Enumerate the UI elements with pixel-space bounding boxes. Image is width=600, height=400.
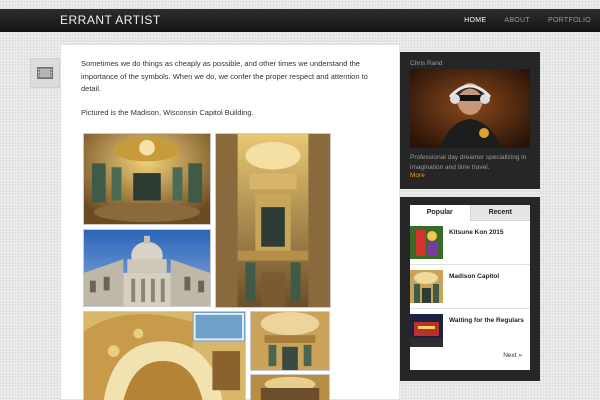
tab-popular[interactable]: Popular — [410, 205, 470, 221]
author-more-link[interactable]: More — [410, 172, 425, 179]
nav-portfolio[interactable]: PORTFOLIO — [539, 9, 600, 32]
gallery-photo-exterior[interactable] — [83, 229, 211, 307]
post-paragraph-intro: Sometimes we do things as cheaply as pos… — [81, 59, 368, 93]
posts-tabs-widget: Popular Recent Kitsune Kon 2015 Madison … — [400, 197, 540, 381]
post-title-link[interactable]: Waiting for the Regulars — [449, 316, 529, 325]
gallery-photo-rotunda[interactable] — [83, 133, 211, 225]
tab-recent[interactable]: Recent — [469, 205, 530, 221]
gallery-icon — [37, 67, 53, 79]
nav-home[interactable]: HOME — [455, 9, 495, 32]
main-nav: HOME ABOUT PORTFOLIO — [455, 9, 600, 32]
post-title-link[interactable]: Kitsune Kon 2015 — [449, 228, 529, 237]
nav-about[interactable]: ABOUT — [495, 9, 539, 32]
author-profile-widget: Chris Rand Professional day dreamer spec… — [400, 52, 540, 189]
posts-tabs-panel: Popular Recent Kitsune Kon 2015 Madison … — [410, 205, 530, 370]
gallery-photo-arch[interactable] — [83, 311, 246, 400]
post-title-link[interactable]: Madison Capitol — [449, 272, 529, 281]
gallery-photo-dome-interior[interactable] — [250, 311, 330, 371]
post-thumbnail[interactable] — [410, 270, 443, 303]
site-title[interactable]: ERRANT ARTIST — [60, 13, 161, 27]
next-page-link[interactable]: Next » — [503, 352, 522, 359]
gallery-photo-atrium[interactable] — [215, 133, 331, 308]
author-description: Professional day dreamer specializing in… — [410, 154, 527, 171]
author-photo — [410, 69, 530, 148]
gallery-photo-hallway[interactable] — [250, 374, 330, 400]
top-navigation-bar: ERRANT ARTIST HOME ABOUT PORTFOLIO — [0, 9, 600, 32]
post-thumbnail[interactable] — [410, 314, 443, 347]
post-format-badge — [30, 58, 60, 88]
tab-bar: Popular Recent — [410, 205, 530, 221]
divider — [410, 308, 530, 309]
divider — [410, 264, 530, 265]
post-paragraph-caption: Pictured is the Madison, Wisconsin Capit… — [81, 108, 254, 117]
post-content: Sometimes we do things as cheaply as pos… — [60, 44, 400, 400]
author-name: Chris Rand — [410, 60, 443, 67]
post-thumbnail[interactable] — [410, 226, 443, 259]
